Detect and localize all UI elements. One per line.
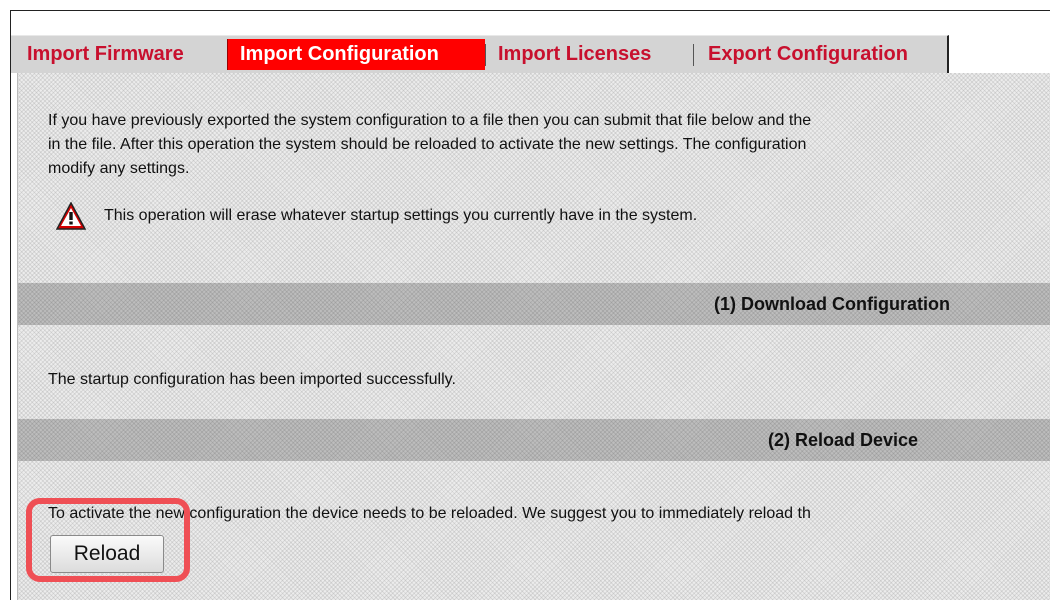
warning-text: This operation will erase whatever start… (104, 207, 698, 224)
intro-line: If you have previously exported the syst… (48, 112, 812, 129)
tab-bar: Import Firmware Import Configuration Imp… (11, 35, 949, 73)
config-panel: Import Firmware Import Configuration Imp… (10, 10, 1050, 600)
tab-import-configuration[interactable]: Import Configuration (227, 39, 485, 70)
reload-section-header: (2) Reload Device (18, 419, 1050, 461)
tab-import-firmware[interactable]: Import Firmware (27, 36, 184, 72)
reload-button[interactable]: Reload (50, 535, 164, 573)
tab-separator (485, 44, 486, 66)
reload-instruction-text: To activate the new configuration the de… (48, 505, 811, 522)
download-section-title: (1) Download Configuration (714, 294, 950, 314)
warning-notice: This operation will erase whatever start… (56, 201, 697, 231)
tab-export-configuration[interactable]: Export Configuration (708, 36, 908, 72)
import-status-message: The startup configuration has been impor… (48, 371, 456, 388)
intro-line: modify any settings. (48, 160, 190, 177)
tab-import-licenses[interactable]: Import Licenses (498, 36, 651, 72)
tab-separator (693, 44, 694, 66)
reload-section-title: (2) Reload Device (768, 430, 919, 450)
intro-line: in the file. After this operation the sy… (48, 136, 807, 153)
intro-paragraph: If you have previously exported the syst… (48, 109, 1050, 181)
tab-content: If you have previously exported the syst… (17, 73, 1050, 600)
warning-triangle-icon (56, 202, 86, 230)
download-section-header: (1) Download Configuration (18, 283, 1050, 325)
